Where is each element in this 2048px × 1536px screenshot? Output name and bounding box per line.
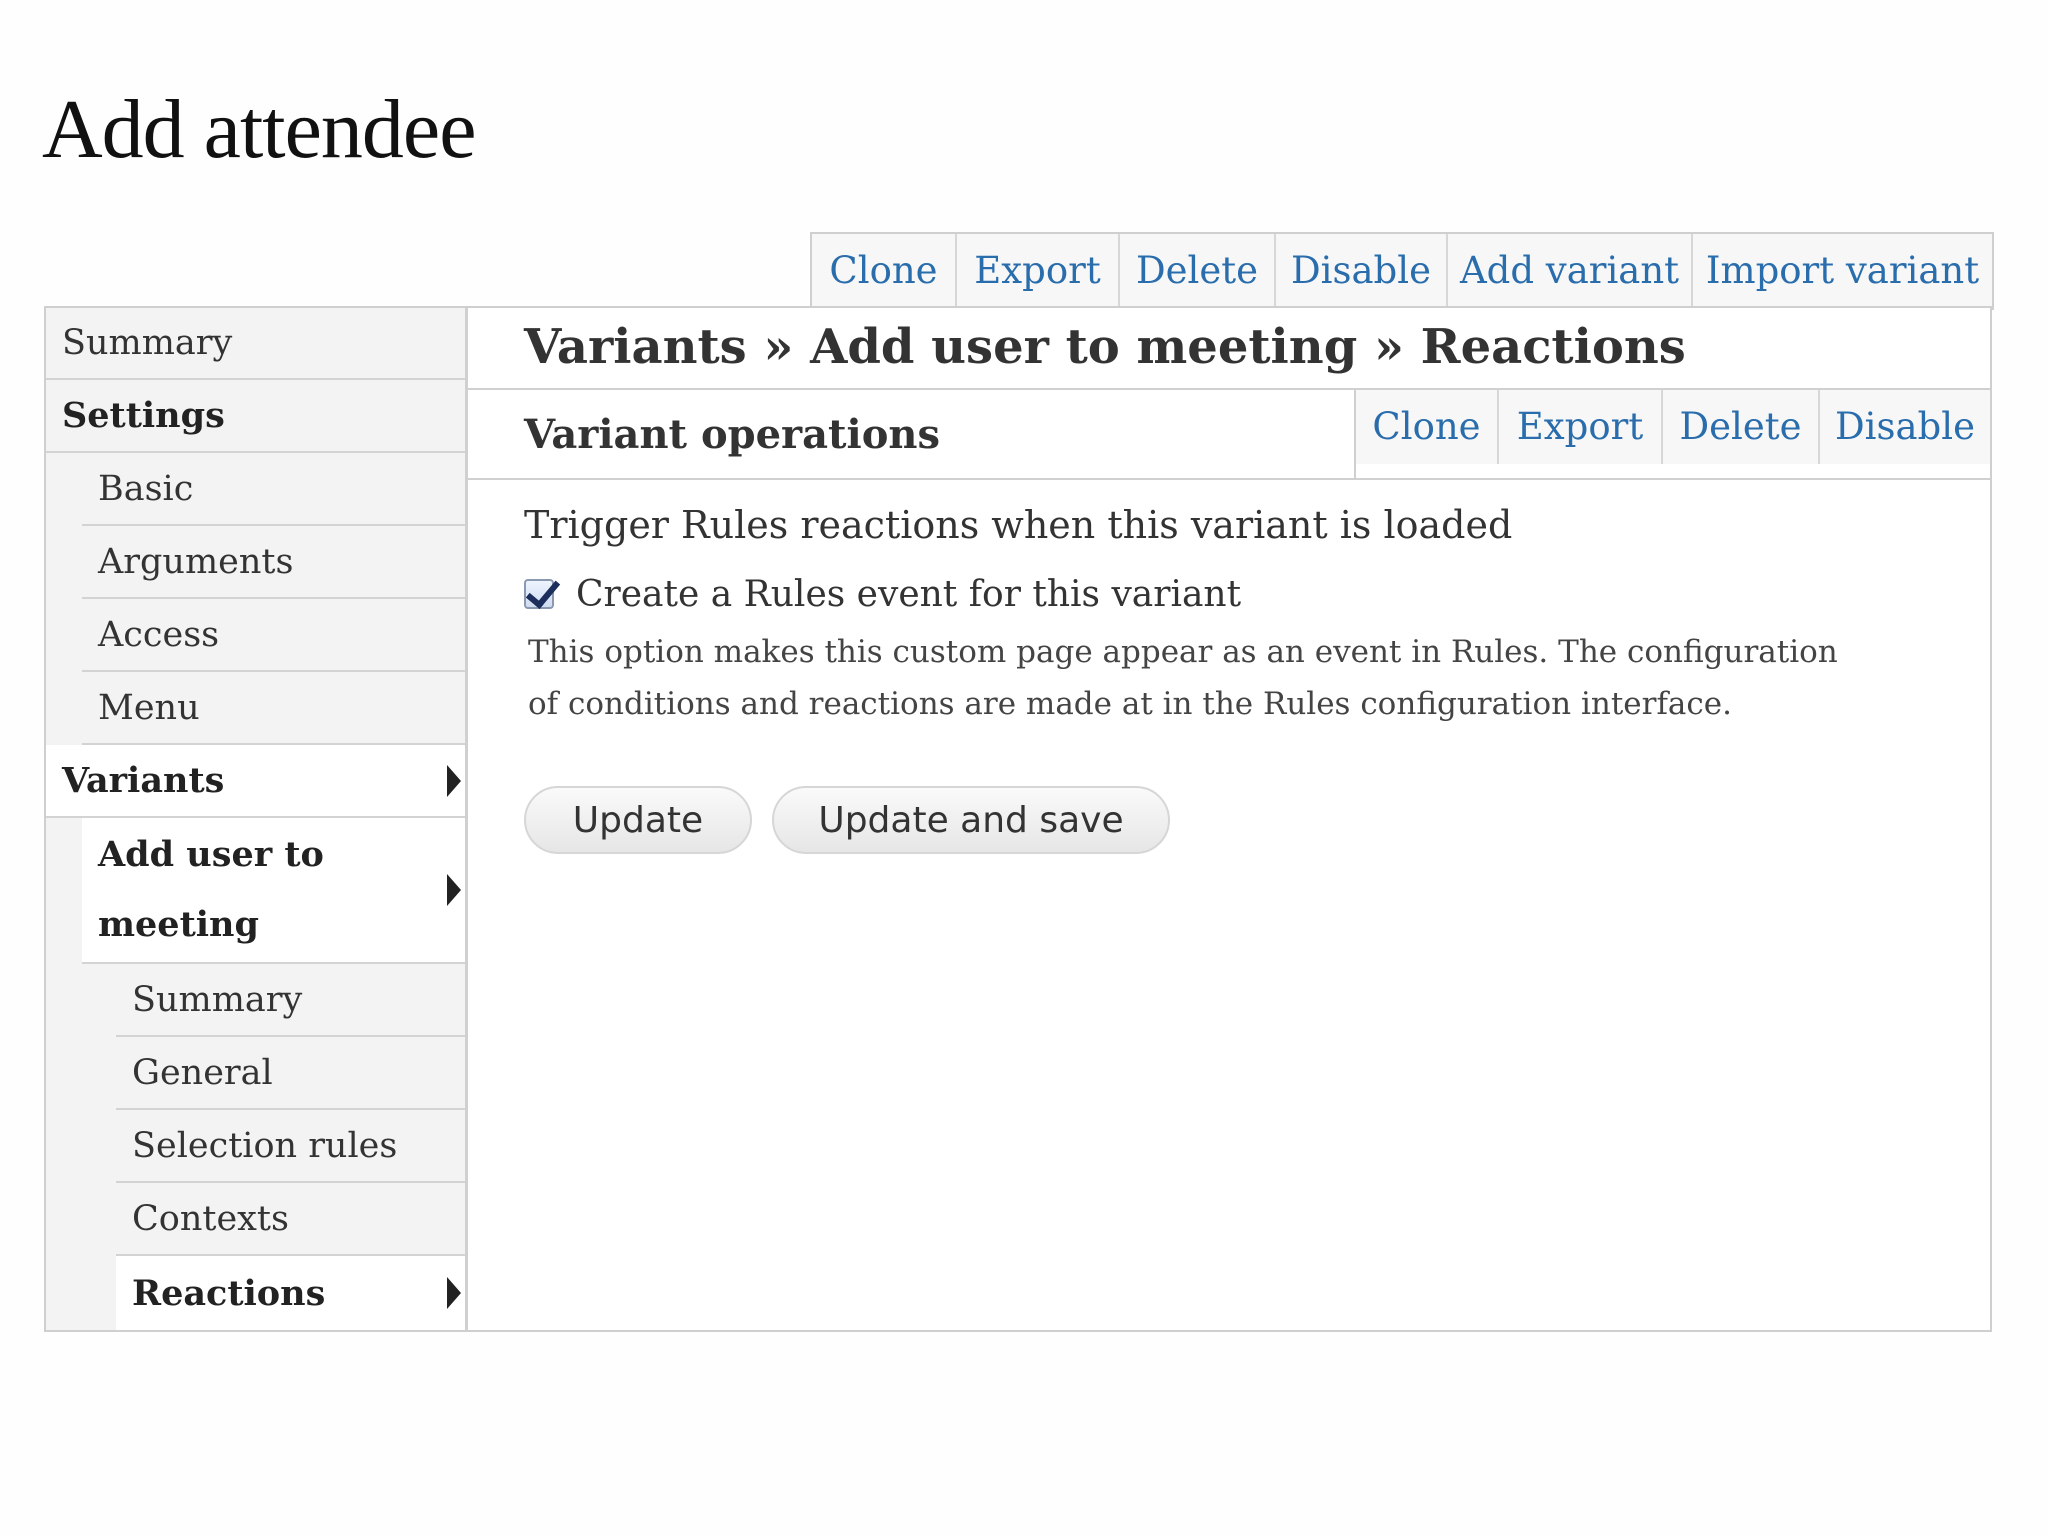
sidebar-item-reactions[interactable]: Reactions (116, 1256, 465, 1330)
update-button[interactable]: Update (524, 786, 752, 854)
form-actions: Update Update and save (524, 786, 1890, 854)
variant-operations-bar: Variant operations Clone Export Delete D… (468, 390, 1990, 480)
sidebar-item-add-user-to-meeting[interactable]: Add user to meeting (82, 818, 465, 964)
expand-arrow-icon (447, 1277, 461, 1309)
rules-event-checkbox-label[interactable]: Create a Rules event for this variant (576, 574, 1241, 615)
sidebar-item-label: General (132, 1052, 273, 1093)
main-content: Variants » Add user to meeting » Reactio… (468, 308, 1990, 1330)
variant-delete-link[interactable]: Delete (1663, 390, 1820, 464)
sidebar-item-settings[interactable]: Settings (46, 380, 465, 453)
sidebar-item-basic[interactable]: Basic (82, 453, 465, 526)
sidebar-item-label: Selection rules (132, 1125, 398, 1166)
sidebar-item-label-line2: meeting (98, 904, 259, 945)
variant-disable-link[interactable]: Disable (1820, 390, 1990, 464)
sidebar-item-summary[interactable]: Summary (46, 308, 465, 380)
sidebar-item-menu[interactable]: Menu (82, 672, 465, 745)
sidebar-nav: Summary Settings Basic Arguments Access … (46, 308, 468, 1330)
page-operations-tabs: Clone Export Delete Disable Add variant … (810, 232, 1994, 310)
import-variant-link[interactable]: Import variant (1693, 234, 1992, 308)
expand-arrow-icon (447, 874, 461, 906)
sidebar-item-selection-rules[interactable]: Selection rules (116, 1110, 465, 1183)
reactions-form: Trigger Rules reactions when this varian… (524, 498, 1890, 854)
disable-link[interactable]: Disable (1276, 234, 1448, 308)
sidebar-item-label: Variants (62, 760, 225, 801)
sidebar-item-label: Basic (98, 468, 194, 509)
breadcrumb: Variants » Add user to meeting » Reactio… (468, 308, 1990, 390)
sidebar-item-label: Arguments (98, 541, 294, 582)
sidebar-item-label: Contexts (132, 1198, 289, 1239)
variant-clone-link[interactable]: Clone (1356, 390, 1499, 464)
sidebar-item-label: Reactions (132, 1272, 326, 1314)
variant-export-link[interactable]: Export (1499, 390, 1663, 464)
sidebar-item-label-line1: Add user to (98, 834, 324, 875)
sidebar-item-variant-summary[interactable]: Summary (116, 964, 465, 1037)
sidebar-item-contexts[interactable]: Contexts (116, 1183, 465, 1256)
sidebar-item-label: Summary (62, 323, 233, 363)
section-title: Trigger Rules reactions when this varian… (524, 503, 1513, 547)
export-link[interactable]: Export (957, 234, 1120, 308)
sidebar-item-label: Menu (98, 687, 200, 728)
variant-operations-tabs: Clone Export Delete Disable (1354, 390, 1990, 478)
expand-arrow-icon (447, 764, 461, 797)
sidebar-item-arguments[interactable]: Arguments (82, 526, 465, 599)
sidebar-item-label: Summary (132, 979, 303, 1020)
sidebar-item-variants[interactable]: Variants (46, 745, 465, 818)
add-variant-link[interactable]: Add variant (1448, 234, 1693, 308)
sidebar-item-label: Settings (62, 395, 225, 436)
sidebar-item-general[interactable]: General (116, 1037, 465, 1110)
page-title: Add attendee (42, 83, 476, 176)
option-description: This option makes this custom page appea… (528, 634, 1838, 722)
variant-operations-title: Variant operations (524, 411, 940, 458)
delete-link[interactable]: Delete (1120, 234, 1276, 308)
page-manager-panel: Summary Settings Basic Arguments Access … (44, 306, 1992, 1332)
clone-link[interactable]: Clone (812, 234, 957, 308)
rules-event-option: Create a Rules event for this variant (524, 566, 1890, 622)
sidebar-item-access[interactable]: Access (82, 599, 465, 672)
update-and-save-button[interactable]: Update and save (772, 786, 1170, 854)
sidebar-item-label: Access (98, 614, 220, 655)
rules-event-checkbox[interactable] (524, 579, 554, 609)
